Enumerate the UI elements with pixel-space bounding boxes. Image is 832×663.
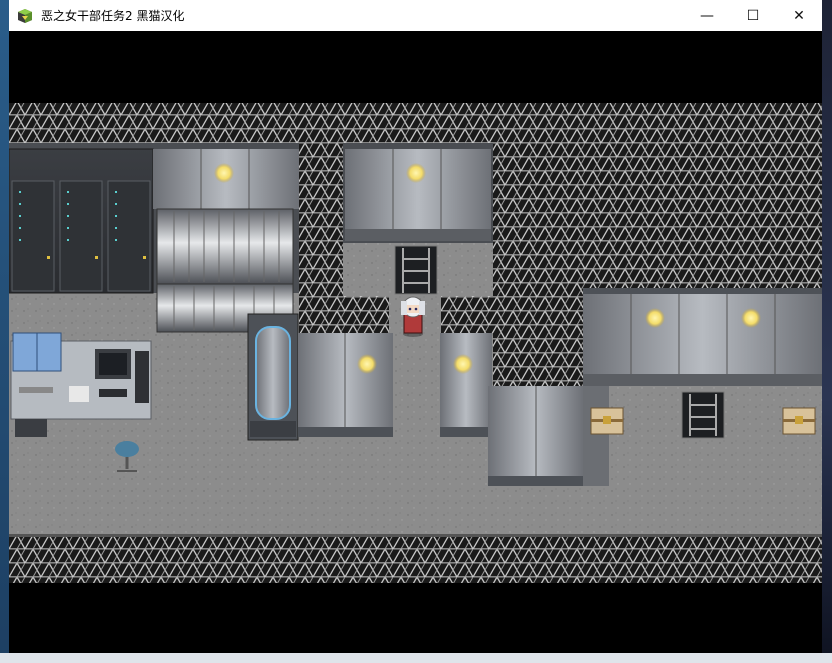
mesh-wall-bottom xyxy=(9,536,822,583)
wall-lamp xyxy=(357,354,377,374)
upper-room-wall xyxy=(345,149,491,229)
wall-lamp xyxy=(645,308,665,328)
wall-lamp xyxy=(741,308,761,328)
wall-lamp xyxy=(406,163,426,183)
mesh-wall-top xyxy=(9,103,822,143)
right-room-wall xyxy=(583,294,822,374)
server-racks xyxy=(9,148,154,294)
ladder-down[interactable] xyxy=(681,391,725,439)
corridor-wall-right xyxy=(440,333,492,437)
stasis-capsule xyxy=(247,313,299,441)
mesh-wall-right xyxy=(493,143,822,288)
treasure-chest[interactable] xyxy=(590,407,624,435)
player-character[interactable] xyxy=(401,296,425,337)
rpg-maker-icon xyxy=(18,8,32,23)
ladder-up[interactable] xyxy=(394,245,438,295)
desktop-background-left xyxy=(0,0,9,663)
desktop-background-right xyxy=(822,0,832,663)
minimize-button[interactable]: — xyxy=(684,0,730,31)
window-title: 恶之女干部任务2 黑猫汉化 xyxy=(41,9,185,23)
close-button[interactable]: ✕ xyxy=(776,0,822,31)
title-bar[interactable]: 恶之女干部任务2 黑猫汉化 — ☐ ✕ xyxy=(9,0,822,31)
wall-lamp xyxy=(453,354,473,374)
game-window: 恶之女干部任务2 黑猫汉化 — ☐ ✕ xyxy=(9,0,822,653)
maximize-button[interactable]: ☐ xyxy=(730,0,776,31)
game-map xyxy=(9,31,822,653)
wall-lamp xyxy=(214,163,234,183)
treasure-chest[interactable] xyxy=(782,407,816,435)
game-viewport[interactable] xyxy=(9,31,822,653)
desktop-taskbar-edge xyxy=(0,653,832,663)
